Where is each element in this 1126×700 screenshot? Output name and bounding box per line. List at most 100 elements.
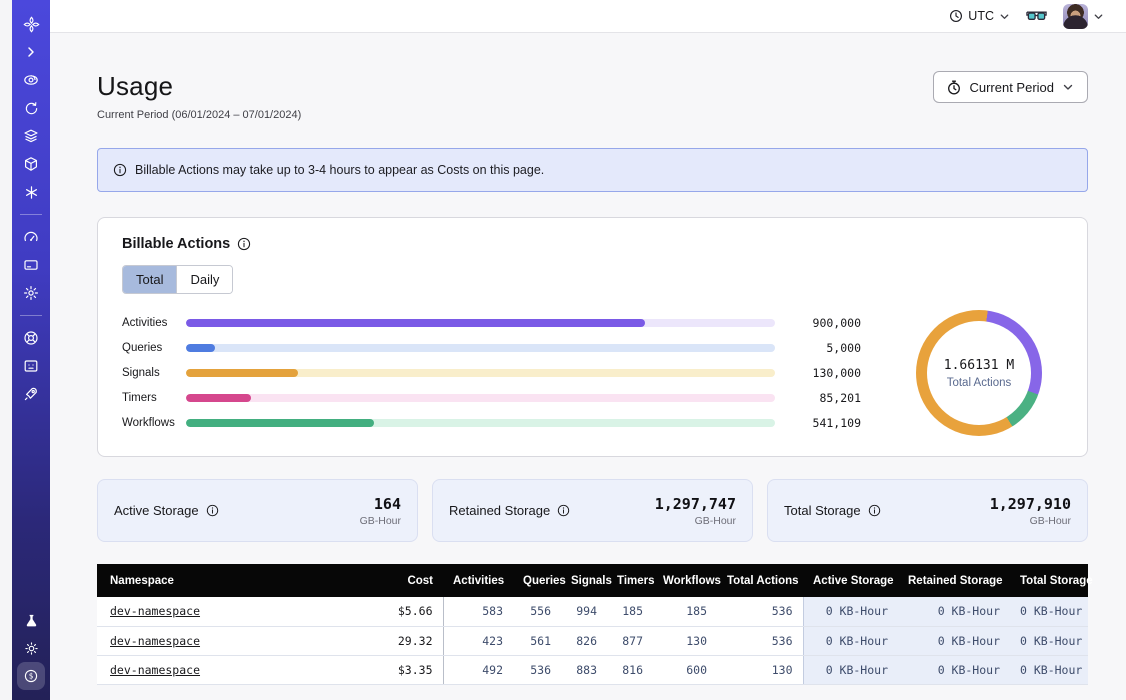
- asterisk-icon[interactable]: [17, 178, 45, 206]
- user-menu[interactable]: [1063, 4, 1104, 29]
- tab-total[interactable]: Total: [123, 266, 177, 293]
- glasses-icon: [1026, 9, 1047, 23]
- info-banner: Billable Actions may take up to 3-4 hour…: [97, 148, 1088, 192]
- namespace-link[interactable]: dev-namespace: [110, 663, 200, 677]
- cell-cost: $5.66: [385, 597, 443, 626]
- bar-value: 130,000: [789, 366, 861, 380]
- col-total-storage: Total Storage: [1010, 564, 1088, 597]
- namespace-link[interactable]: dev-namespace: [110, 634, 200, 648]
- cell-workflows: 600: [653, 655, 717, 684]
- table-row: dev-namespace $3.35 492 536 883 816 600 …: [97, 655, 1088, 684]
- cell-cost: $3.35: [385, 655, 443, 684]
- glasses-button[interactable]: [1026, 9, 1047, 23]
- cell-timers: 877: [607, 626, 653, 655]
- cell-signals: 883: [561, 655, 607, 684]
- info-icon[interactable]: [237, 237, 251, 251]
- donut-total-label: Total Actions: [947, 377, 1012, 389]
- billable-actions-card: Billable Actions Total Daily Activities …: [97, 217, 1088, 457]
- info-icon: [113, 163, 127, 177]
- col-timers: Timers: [607, 564, 653, 597]
- bar-value: 541,109: [789, 416, 861, 430]
- bar-value: 85,201: [789, 391, 861, 405]
- retained-storage-card: Retained Storage 1,297,747 GB-Hour: [432, 479, 753, 542]
- bar-track: [186, 419, 775, 427]
- info-icon[interactable]: [868, 504, 881, 517]
- bar-row-workflows: Workflows 541,109: [122, 411, 861, 436]
- gear-icon[interactable]: [17, 279, 45, 307]
- cell-queries: 561: [513, 626, 561, 655]
- sidebar: $: [12, 0, 50, 700]
- bar-row-timers: Timers 85,201: [122, 386, 861, 411]
- bar-track: [186, 369, 775, 377]
- bar-track: [186, 319, 775, 327]
- tab-daily[interactable]: Daily: [176, 266, 232, 293]
- timezone-selector[interactable]: UTC: [949, 9, 1010, 23]
- layers-icon[interactable]: [17, 122, 45, 150]
- info-icon[interactable]: [206, 504, 219, 517]
- page-title: Usage: [97, 71, 301, 102]
- namespaces-eye-icon[interactable]: [17, 66, 45, 94]
- total-storage-value: 1,297,910: [990, 495, 1071, 513]
- theme-sun-icon[interactable]: [17, 634, 45, 662]
- billable-bar-chart: Activities 900,000 Queries 5,000: [122, 311, 895, 436]
- cell-active-storage: 0 KB-Hour: [803, 655, 898, 684]
- retained-storage-unit: GB-Hour: [655, 515, 736, 527]
- table-header-row: Namespace Cost Activities Queries Signal…: [97, 564, 1088, 597]
- total-storage-label: Total Storage: [784, 503, 861, 518]
- cube-icon[interactable]: [17, 150, 45, 178]
- col-activities: Activities: [443, 564, 513, 597]
- rocket-icon[interactable]: [17, 380, 45, 408]
- cell-total-storage: 0 KB-Hour: [1010, 626, 1088, 655]
- total-storage-unit: GB-Hour: [990, 515, 1071, 527]
- active-storage-card: Active Storage 164 GB-Hour: [97, 479, 418, 542]
- lab-flask-icon[interactable]: [17, 606, 45, 634]
- period-selector-button[interactable]: Current Period: [933, 71, 1088, 103]
- temporal-logo-icon[interactable]: [17, 10, 45, 38]
- user-avatar: [1063, 4, 1088, 29]
- usage-dollar-icon[interactable]: $: [17, 662, 45, 690]
- retained-storage-value: 1,297,747: [655, 495, 736, 513]
- cell-timers: 185: [607, 597, 653, 626]
- cell-signals: 994: [561, 597, 607, 626]
- col-signals: Signals: [561, 564, 607, 597]
- col-cost: Cost: [385, 564, 443, 597]
- cell-retained-storage: 0 KB-Hour: [898, 655, 1010, 684]
- bar-label: Signals: [122, 367, 186, 379]
- clock-icon: [949, 9, 963, 23]
- billing-card-icon[interactable]: [17, 251, 45, 279]
- history-clock-icon[interactable]: [17, 94, 45, 122]
- col-queries: Queries: [513, 564, 561, 597]
- sidebar-divider: [20, 315, 42, 316]
- cell-workflows: 130: [653, 626, 717, 655]
- cell-cost: 29.32: [385, 626, 443, 655]
- namespace-link[interactable]: dev-namespace: [110, 604, 200, 618]
- bar-fill: [186, 419, 374, 427]
- bar-row-signals: Signals 130,000: [122, 361, 861, 386]
- gauge-icon[interactable]: [17, 223, 45, 251]
- bar-track: [186, 394, 775, 402]
- cell-total-actions: 536: [717, 597, 803, 626]
- retained-storage-label: Retained Storage: [449, 503, 550, 518]
- cell-active-storage: 0 KB-Hour: [803, 597, 898, 626]
- cell-retained-storage: 0 KB-Hour: [898, 597, 1010, 626]
- cell-total-storage: 0 KB-Hour: [1010, 597, 1088, 626]
- active-storage-label: Active Storage: [114, 503, 199, 518]
- stopwatch-icon: [947, 80, 961, 95]
- chevron-down-icon: [999, 11, 1010, 22]
- sidebar-divider: [20, 214, 42, 215]
- info-icon[interactable]: [557, 504, 570, 517]
- bar-fill: [186, 369, 298, 377]
- bar-label: Timers: [122, 392, 186, 404]
- cell-total-actions: 536: [717, 626, 803, 655]
- cell-queries: 536: [513, 655, 561, 684]
- bar-row-activities: Activities 900,000: [122, 311, 861, 336]
- bar-row-queries: Queries 5,000: [122, 336, 861, 361]
- cell-activities: 423: [443, 626, 513, 655]
- page-subtitle: Current Period (06/01/2024 – 07/01/2024): [97, 109, 301, 121]
- svg-text:$: $: [29, 672, 34, 681]
- collapse-chevron-icon[interactable]: [17, 38, 45, 66]
- timezone-label: UTC: [968, 9, 994, 23]
- feedback-icon[interactable]: [17, 352, 45, 380]
- cell-active-storage: 0 KB-Hour: [803, 626, 898, 655]
- support-lifebuoy-icon[interactable]: [17, 324, 45, 352]
